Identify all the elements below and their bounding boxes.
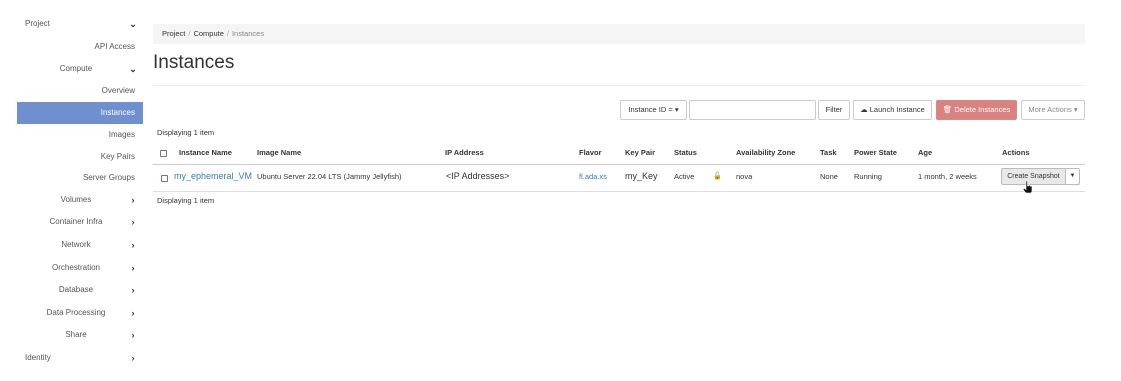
sidebar-item-label: Overview <box>101 86 135 95</box>
filter-field-select[interactable]: Instance ID = ▾ <box>620 100 687 120</box>
sidebar-item-identity[interactable]: Identity › <box>17 347 143 369</box>
chevron-right-icon: › <box>131 240 135 250</box>
search-input-wrapper <box>689 100 816 120</box>
key-pair-cell: my_Key <box>625 171 658 181</box>
age-cell: 1 month, 2 weeks <box>918 172 977 181</box>
table-row-divider <box>153 191 1085 192</box>
chevron-down-icon: ⌄ <box>129 19 137 29</box>
item-count-bottom: Displaying 1 item <box>157 196 215 205</box>
breadcrumb: Project / Compute / Instances <box>153 24 1085 44</box>
sidebar-item-label: Share <box>65 330 87 339</box>
ip-address-cell: <IP Addresses> <box>446 171 510 181</box>
chevron-right-icon: › <box>131 285 135 295</box>
status-cell: Active <box>674 172 695 181</box>
sidebar-item-orchestration[interactable]: Orchestration › <box>17 257 143 279</box>
column-header-availability-zone[interactable]: Availability Zone <box>736 148 795 157</box>
sidebar-item-data-processing[interactable]: Data Processing › <box>17 302 143 324</box>
instance-name-link[interactable]: my_ephemeral_VM <box>174 171 252 181</box>
sidebar-item-label: Identity <box>25 353 51 362</box>
select-all-checkbox[interactable] <box>160 150 167 157</box>
sidebar-item-project[interactable]: Project ⌄ <box>17 13 143 35</box>
row-actions-dropdown-toggle[interactable]: ▼ <box>1065 168 1080 185</box>
sidebar-item-label: Container Infra <box>49 217 103 226</box>
sidebar-item-api-access[interactable]: API Access <box>17 36 143 58</box>
row-checkbox[interactable] <box>161 175 168 182</box>
chevron-right-icon: › <box>131 308 135 318</box>
sidebar-item-label: Instances <box>100 108 135 117</box>
chevron-down-icon: ⌄ <box>129 64 137 74</box>
sidebar-item-label: Orchestration <box>51 263 101 272</box>
sidebar-item-label: Database <box>58 285 94 294</box>
sidebar-item-label: Project <box>25 19 50 28</box>
column-header-ip-address[interactable]: IP Address <box>445 148 484 157</box>
sidebar-item-label: API Access <box>94 42 135 51</box>
chevron-right-icon: › <box>131 263 135 273</box>
page-title: Instances <box>153 52 235 73</box>
chevron-right-icon: › <box>131 195 135 205</box>
chevron-right-icon: › <box>131 353 135 363</box>
filter-button[interactable]: Filter <box>818 100 850 120</box>
column-header-actions: Actions <box>1002 148 1030 157</box>
sidebar-item-label: Server Groups <box>82 173 135 182</box>
delete-instances-label: Delete Instances <box>954 105 1011 114</box>
sidebar-item-label: Network <box>61 240 91 249</box>
flavor-link[interactable]: fl.ada.xs <box>579 172 607 181</box>
delete-instances-button[interactable]: 🗑 Delete Instances <box>936 100 1017 120</box>
table-header-divider <box>153 164 1085 165</box>
column-header-power-state[interactable]: Power State <box>854 148 897 157</box>
sidebar-item-compute[interactable]: Compute ⌄ <box>17 58 143 80</box>
sidebar-nav: Project ⌄ API Access Compute ⌄ Overview … <box>17 0 143 381</box>
item-count-top: Displaying 1 item <box>157 128 215 137</box>
sidebar-item-label: Compute <box>59 64 93 73</box>
column-header-instance-name[interactable]: Instance Name <box>179 148 232 157</box>
task-cell: None <box>820 172 838 181</box>
filter-field-label: Instance ID = ▾ <box>628 105 679 114</box>
power-state-cell: Running <box>854 172 882 181</box>
launch-instance-label: Launch Instance <box>869 105 925 114</box>
sidebar-item-network[interactable]: Network › <box>17 234 143 256</box>
more-actions-label: More Actions ▾ <box>1028 105 1078 114</box>
sidebar-item-label: Key Pairs <box>100 152 135 161</box>
chevron-right-icon: › <box>131 217 135 227</box>
availability-zone-cell: nova <box>736 172 753 181</box>
sidebar-item-database[interactable]: Database › <box>17 279 143 301</box>
hand-cursor-icon <box>1022 180 1033 194</box>
sidebar-item-key-pairs[interactable]: Key Pairs <box>17 146 143 168</box>
breadcrumb-current: Instances <box>231 29 265 38</box>
sidebar-item-instances[interactable]: Instances <box>17 102 143 124</box>
sidebar-item-label: Volumes <box>60 195 92 204</box>
sidebar-item-container-infra[interactable]: Container Infra › <box>17 211 143 233</box>
sidebar-item-images[interactable]: Images <box>17 124 143 146</box>
filter-button-label: Filter <box>825 105 843 114</box>
search-input[interactable] <box>690 101 815 119</box>
trash-icon: 🗑 <box>942 105 953 114</box>
lock-icon: 🔓 <box>713 173 722 180</box>
sidebar-item-overview[interactable]: Overview <box>17 80 143 102</box>
column-header-age[interactable]: Age <box>918 148 932 157</box>
column-header-flavor[interactable]: Flavor <box>579 148 602 157</box>
launch-instance-button[interactable]: ☁ Launch Instance <box>853 100 932 120</box>
sidebar-item-volumes[interactable]: Volumes › <box>17 189 143 211</box>
image-name-cell: Ubuntu Server 22.04 LTS (Jammy Jellyfish… <box>257 172 402 181</box>
cloud-upload-icon: ☁ <box>860 105 868 114</box>
breadcrumb-separator: / <box>226 29 229 38</box>
column-header-status[interactable]: Status <box>674 148 697 157</box>
breadcrumb-compute[interactable]: Compute <box>193 29 223 38</box>
sidebar-item-server-groups[interactable]: Server Groups <box>17 167 143 189</box>
sidebar-item-label: Images <box>108 130 135 139</box>
sidebar-item-label: Data Processing <box>46 308 106 317</box>
caret-down-icon: ▼ <box>1069 173 1076 179</box>
column-header-key-pair[interactable]: Key Pair <box>625 148 655 157</box>
more-actions-button[interactable]: More Actions ▾ <box>1021 100 1085 120</box>
chevron-right-icon: › <box>131 330 135 340</box>
title-divider <box>153 85 1085 86</box>
column-header-image-name[interactable]: Image Name <box>257 148 301 157</box>
sidebar-item-share[interactable]: Share › <box>17 324 143 346</box>
breadcrumb-project[interactable]: Project <box>162 29 185 38</box>
column-header-task[interactable]: Task <box>820 148 837 157</box>
